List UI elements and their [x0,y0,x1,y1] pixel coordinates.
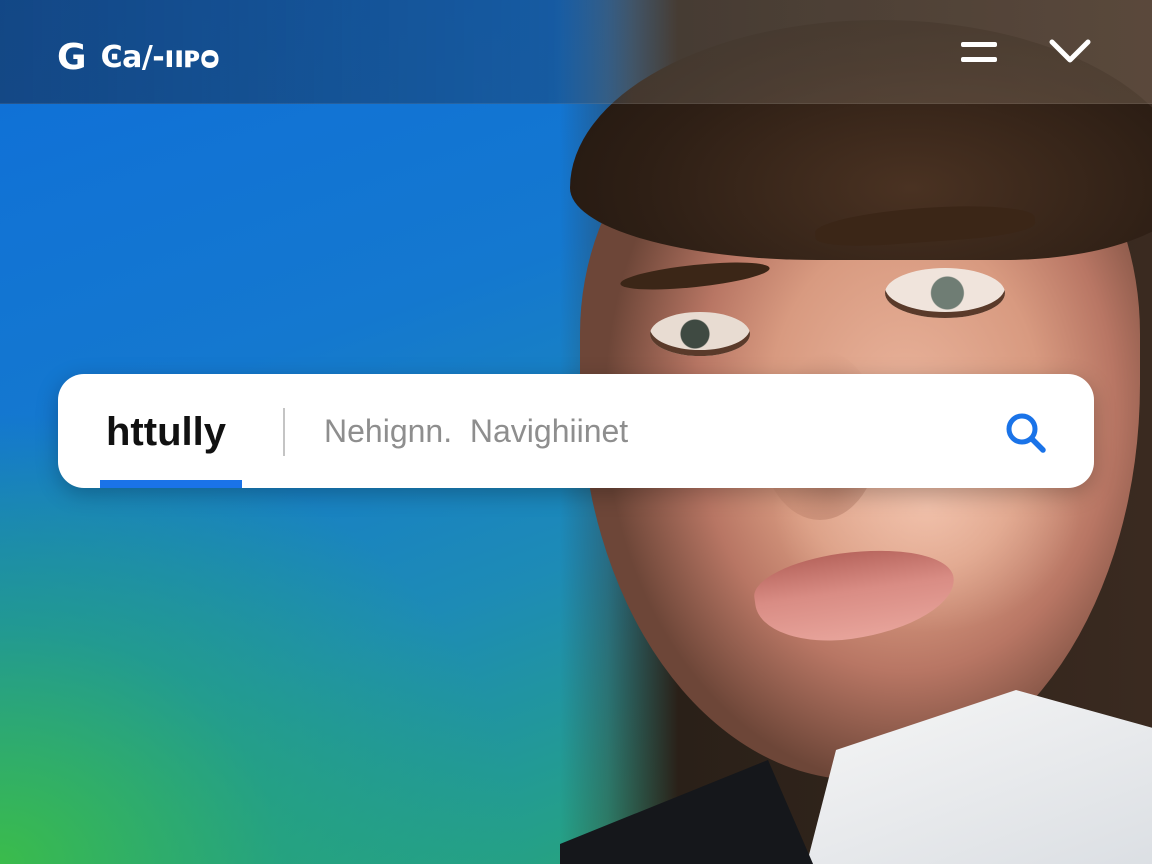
logo-wordmark: Ͼa/-ııᴘᴑ [100,40,220,75]
portrait-lips [749,538,961,652]
search-input[interactable] [324,402,984,460]
hamburger-icon-bar-top [961,42,997,47]
menu-button[interactable] [957,38,1001,66]
portrait-left-brow [619,257,771,295]
search-button[interactable] [1002,408,1052,458]
search-tab-active[interactable]: httully [100,404,250,488]
hamburger-icon-bar-bottom [961,57,997,62]
search-icon [1006,413,1046,453]
chevron-down-icon [1049,39,1091,63]
active-tab-indicator [100,480,242,488]
search-bar: httully [58,374,1094,488]
portrait-right-eye [885,268,1005,318]
portrait-left-eye [650,312,750,356]
search-tab-label: httully [106,410,226,454]
top-bar: G Ͼa/-ııᴘᴑ [0,0,1152,104]
app-screen: G Ͼa/-ııᴘᴑ httully [0,0,1152,864]
dropdown-button[interactable] [1046,34,1094,70]
brand-logo[interactable]: G Ͼa/-ııᴘᴑ [57,37,220,78]
logo-letter: G [57,37,87,78]
search-divider [283,408,285,456]
